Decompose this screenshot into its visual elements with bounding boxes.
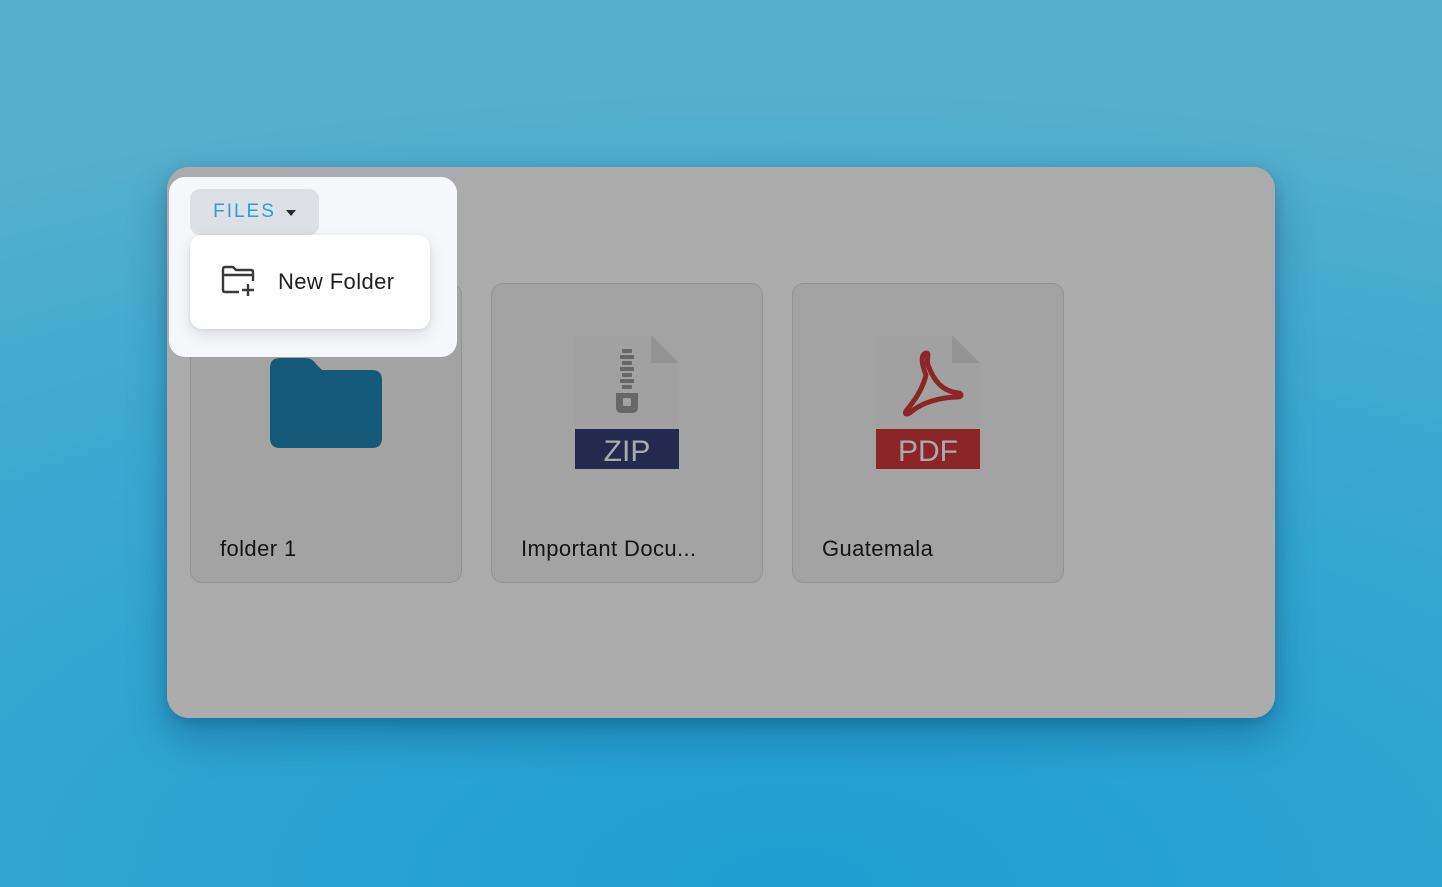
files-menu-button[interactable]: FILES (190, 189, 319, 235)
files-button-label: FILES (213, 201, 276, 222)
files-dropdown-menu: New Folder (190, 235, 430, 329)
menu-item-new-folder[interactable]: New Folder (190, 235, 430, 329)
new-folder-icon (220, 264, 256, 300)
menu-item-label: New Folder (278, 269, 395, 294)
file-manager-window: folder 1 ZIP Important Docu... PDF Guate… (167, 167, 1275, 718)
caret-down-icon (285, 209, 296, 216)
